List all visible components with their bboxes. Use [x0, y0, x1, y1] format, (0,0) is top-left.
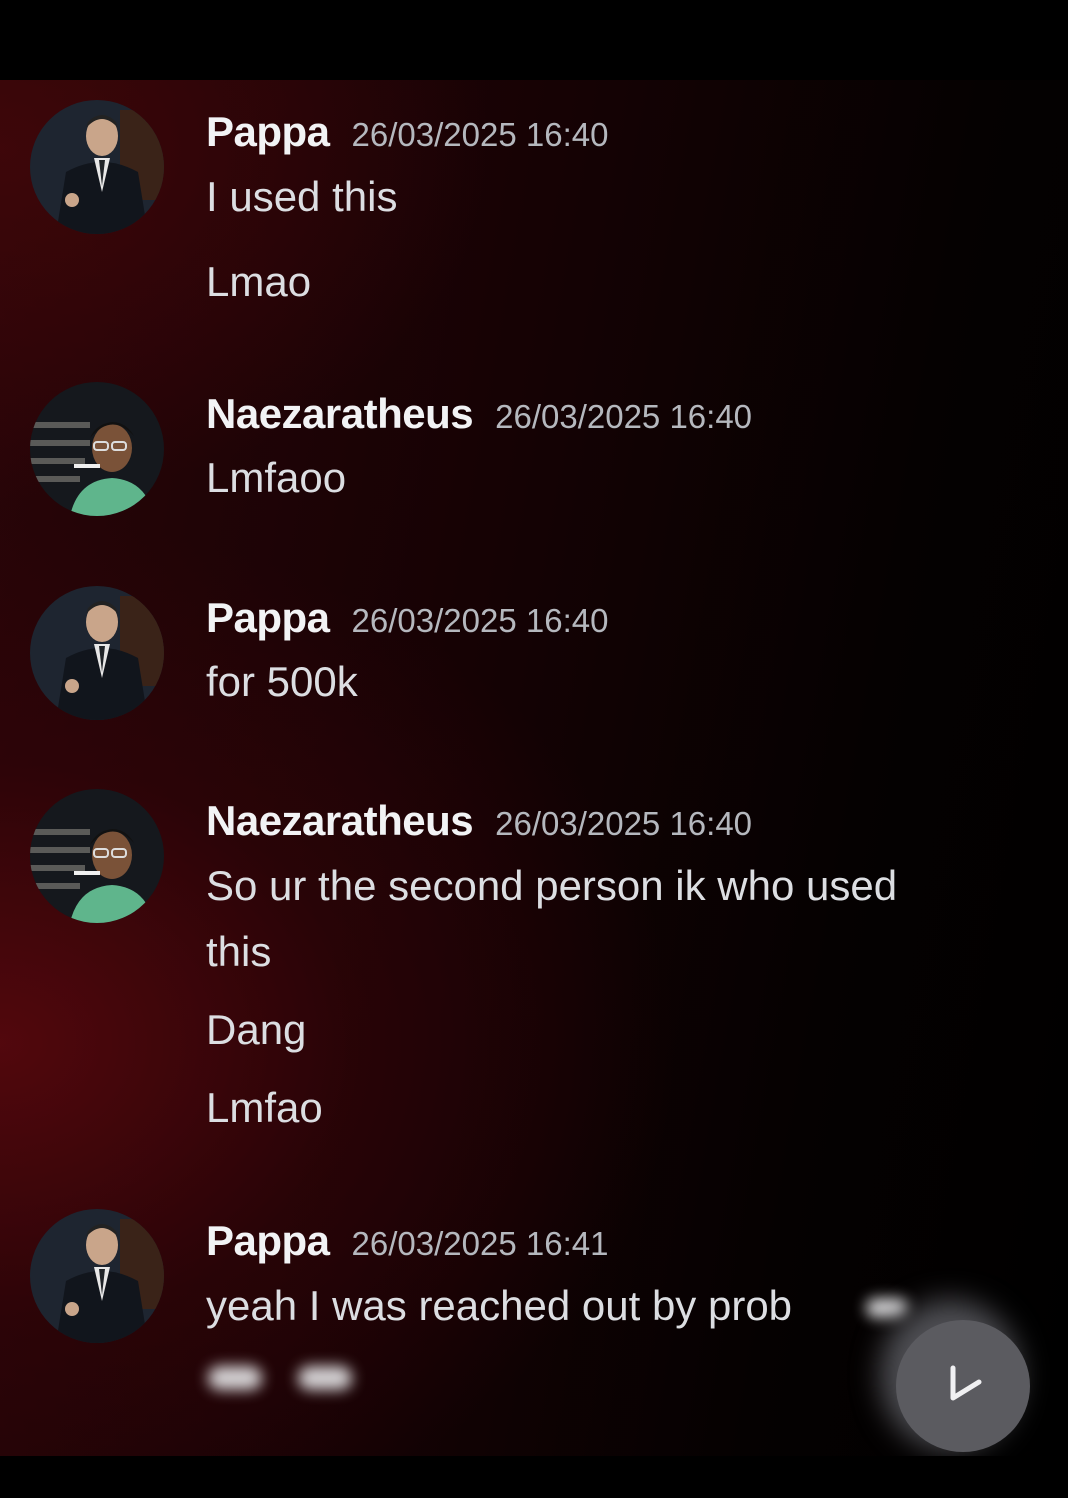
message-header: Pappa 26/03/2025 16:40	[206, 594, 608, 642]
message-text[interactable]: Dang	[206, 1006, 306, 1054]
message-text[interactable]: yeah I was reached out by prob	[206, 1282, 792, 1330]
arrow-down-icon	[939, 1360, 987, 1413]
timestamp: 26/03/2025 16:40	[351, 602, 609, 639]
timestamp: 26/03/2025 16:40	[495, 805, 753, 842]
message-text[interactable]: Lmfao	[206, 1084, 323, 1132]
message-header: Naezaratheus 26/03/2025 16:40	[206, 390, 752, 438]
username[interactable]: Pappa	[206, 594, 330, 641]
message-header: Pappa 26/03/2025 16:40	[206, 108, 608, 156]
username[interactable]: Naezaratheus	[206, 390, 474, 437]
message-text[interactable]: Lmfaoo	[206, 454, 346, 502]
message-text[interactable]: So ur the second person ik who used	[206, 862, 897, 910]
status-bar-area	[0, 0, 1068, 80]
avatar-naezaratheus[interactable]	[30, 789, 164, 923]
username[interactable]: Naezaratheus	[206, 797, 474, 844]
message-header: Pappa 26/03/2025 16:41	[206, 1217, 608, 1265]
bottom-bar-area	[0, 1456, 1068, 1498]
avatar-naezaratheus[interactable]	[30, 382, 164, 516]
message-text[interactable]: I used this	[206, 173, 397, 221]
message-list[interactable]: Pappa 26/03/2025 16:40 I used this Lmao N…	[0, 80, 1068, 1456]
username[interactable]: Pappa	[206, 1217, 330, 1264]
message-text[interactable]: Lmao	[206, 258, 311, 306]
timestamp: 26/03/2025 16:41	[351, 1225, 609, 1262]
message-text[interactable]: this	[206, 928, 271, 976]
timestamp: 26/03/2025 16:40	[495, 398, 753, 435]
avatar-pappa[interactable]	[30, 1209, 164, 1343]
avatar-pappa[interactable]	[30, 586, 164, 720]
timestamp: 26/03/2025 16:40	[351, 116, 609, 153]
scroll-to-bottom-button[interactable]	[896, 1320, 1030, 1452]
redacted-emoji	[866, 1298, 908, 1318]
redacted-emoji	[208, 1366, 262, 1390]
message-text[interactable]: for 500k	[206, 658, 358, 706]
redacted-emoji	[298, 1366, 352, 1390]
avatar-pappa[interactable]	[30, 100, 164, 234]
message-header: Naezaratheus 26/03/2025 16:40	[206, 797, 752, 845]
username[interactable]: Pappa	[206, 108, 330, 155]
